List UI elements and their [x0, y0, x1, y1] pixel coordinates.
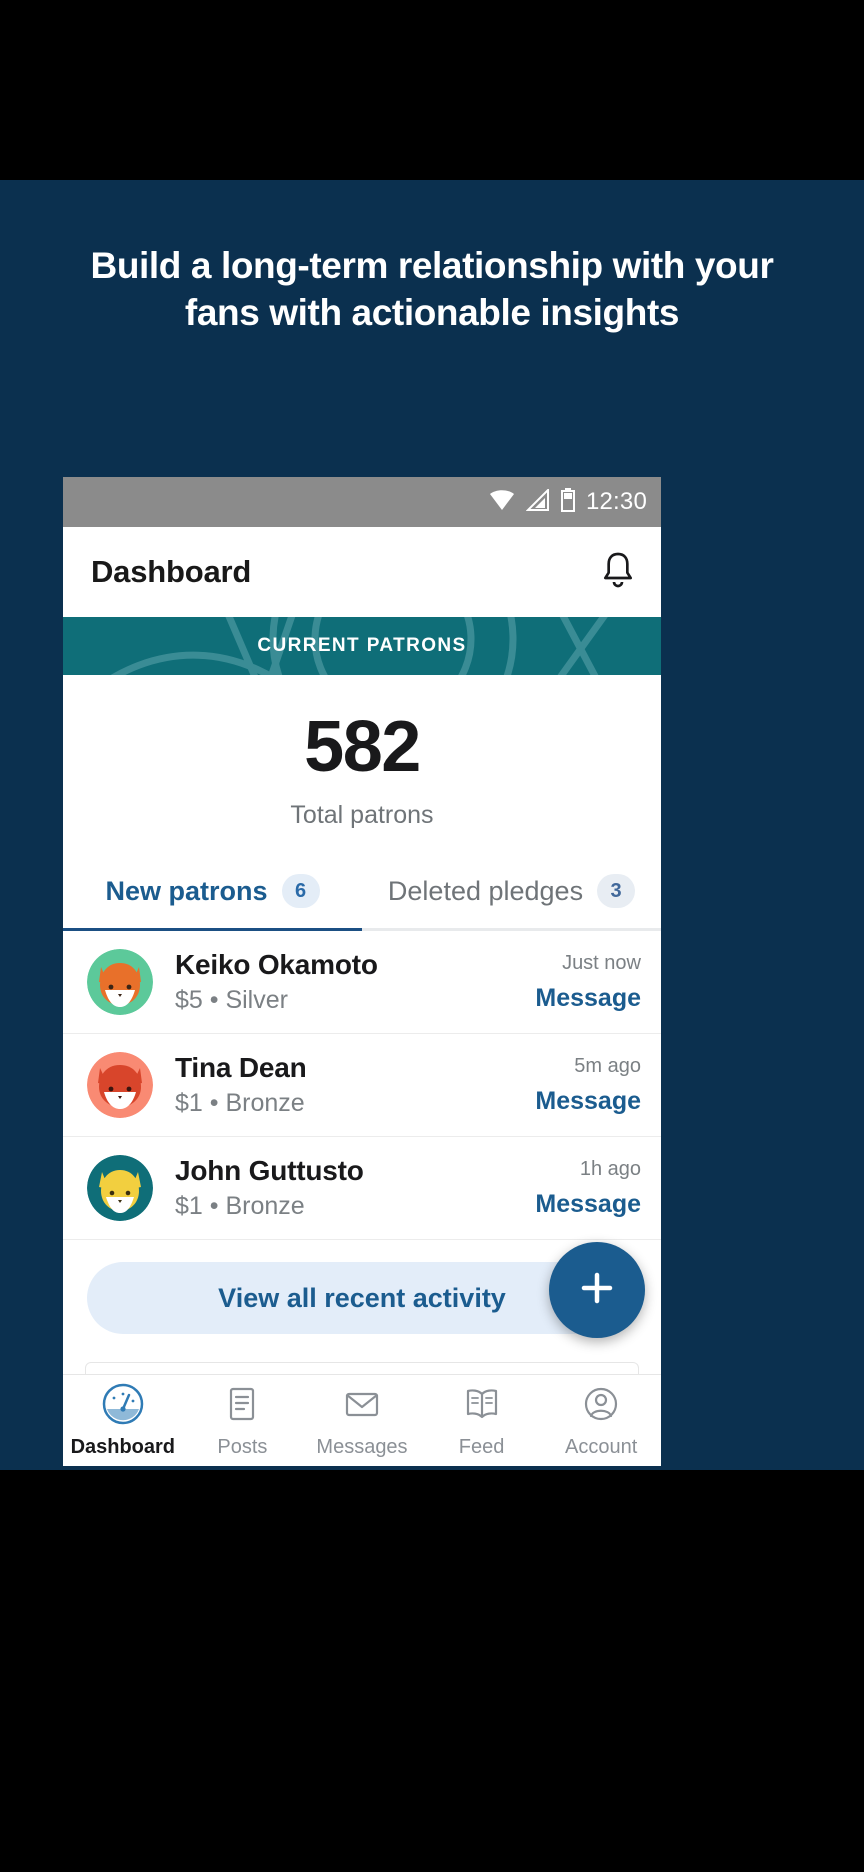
patron-pledge: $1 • Bronze — [175, 1192, 305, 1220]
tab-deleted-pledges-label: Deleted pledges — [387, 875, 584, 906]
tab-new-patrons[interactable]: New patrons 6 — [63, 856, 362, 931]
avatar — [87, 1052, 153, 1118]
person-icon — [580, 1383, 622, 1430]
phone-screenshot: 12:30 Dashboard CURRENT PATRONS 582 Tota… — [63, 477, 661, 1466]
tab-new-patrons-label: New patrons — [105, 875, 268, 906]
bell-icon[interactable] — [599, 550, 637, 595]
nav-item-posts[interactable]: Posts — [183, 1383, 303, 1459]
app-bar: Dashboard — [63, 527, 661, 617]
table-row[interactable]: Keiko Okamoto $5 • Silver Just now Messa… — [63, 931, 661, 1034]
nav-item-feed[interactable]: Feed — [422, 1383, 542, 1459]
patron-pledge: $1 • Bronze — [175, 1089, 305, 1117]
patron-timestamp: 1h ago — [579, 1157, 641, 1180]
nav-item-dashboard[interactable]: Dashboard — [63, 1383, 183, 1459]
avatar — [87, 949, 153, 1015]
page-title: Dashboard — [91, 554, 252, 589]
status-bar-time: 12:30 — [585, 488, 647, 515]
patron-name: John Guttusto — [175, 1155, 364, 1186]
nav-item-messages-label: Messages — [316, 1436, 408, 1458]
total-patrons-value: 582 — [304, 707, 421, 787]
patron-timestamp: Just now — [562, 951, 641, 974]
table-row[interactable]: Tina Dean $1 • Bronze 5m ago Message — [63, 1034, 661, 1137]
table-row[interactable]: John Guttusto $1 • Bronze 1h ago Message — [63, 1137, 661, 1240]
banner-label: CURRENT PATRONS — [257, 635, 467, 656]
nav-item-messages[interactable]: Messages — [302, 1383, 422, 1459]
battery-icon — [560, 487, 575, 517]
nav-item-account-label: Account — [565, 1436, 638, 1458]
patron-meta: Just now Message — [535, 952, 641, 1013]
plus-icon — [575, 1266, 619, 1315]
nav-item-dashboard-label: Dashboard — [70, 1436, 176, 1458]
total-patrons-caption: Total patrons — [290, 801, 434, 829]
document-icon — [221, 1383, 263, 1430]
patron-info: Tina Dean $1 • Bronze — [175, 1052, 513, 1118]
cell-signal-icon — [525, 487, 550, 516]
bottom-navigation: Dashboard Posts Messages Feed Account — [63, 1374, 661, 1466]
tab-deleted-pledges[interactable]: Deleted pledges 3 — [362, 856, 661, 931]
current-patrons-banner: CURRENT PATRONS — [63, 617, 661, 675]
patron-tabs: New patrons 6 Deleted pledges 3 — [63, 856, 661, 931]
patron-timestamp: 5m ago — [574, 1054, 641, 1077]
patron-name: Tina Dean — [175, 1052, 307, 1083]
total-patrons-block: 582 Total patrons — [63, 675, 661, 856]
envelope-icon — [341, 1383, 383, 1430]
message-button[interactable]: Message — [535, 1087, 641, 1116]
message-button[interactable]: Message — [535, 984, 641, 1013]
patron-name: Keiko Okamoto — [175, 949, 378, 980]
book-icon — [461, 1383, 503, 1430]
patron-pledge: $5 • Silver — [175, 986, 288, 1014]
tab-deleted-pledges-badge: 3 — [597, 874, 636, 908]
status-bar: 12:30 — [63, 477, 661, 527]
patron-meta: 1h ago Message — [535, 1158, 641, 1219]
patron-list: Keiko Okamoto $5 • Silver Just now Messa… — [63, 931, 661, 1240]
wifi-icon — [489, 489, 515, 516]
promo-headline: Build a long-term relationship with your… — [90, 245, 774, 334]
nav-item-feed-label: Feed — [458, 1436, 505, 1458]
patron-info: John Guttusto $1 • Bronze — [175, 1155, 513, 1221]
nav-item-account[interactable]: Account — [541, 1383, 661, 1459]
screenshot-canvas: Build a long-term relationship with your… — [0, 0, 864, 1872]
tab-new-patrons-badge: 6 — [281, 874, 320, 908]
avatar — [87, 1155, 153, 1221]
patron-meta: 5m ago Message — [535, 1055, 641, 1116]
create-fab-button[interactable] — [549, 1242, 645, 1338]
message-button[interactable]: Message — [535, 1190, 641, 1219]
gauge-icon — [102, 1383, 144, 1430]
patron-info: Keiko Okamoto $5 • Silver — [175, 949, 513, 1015]
nav-item-posts-label: Posts — [217, 1436, 268, 1458]
